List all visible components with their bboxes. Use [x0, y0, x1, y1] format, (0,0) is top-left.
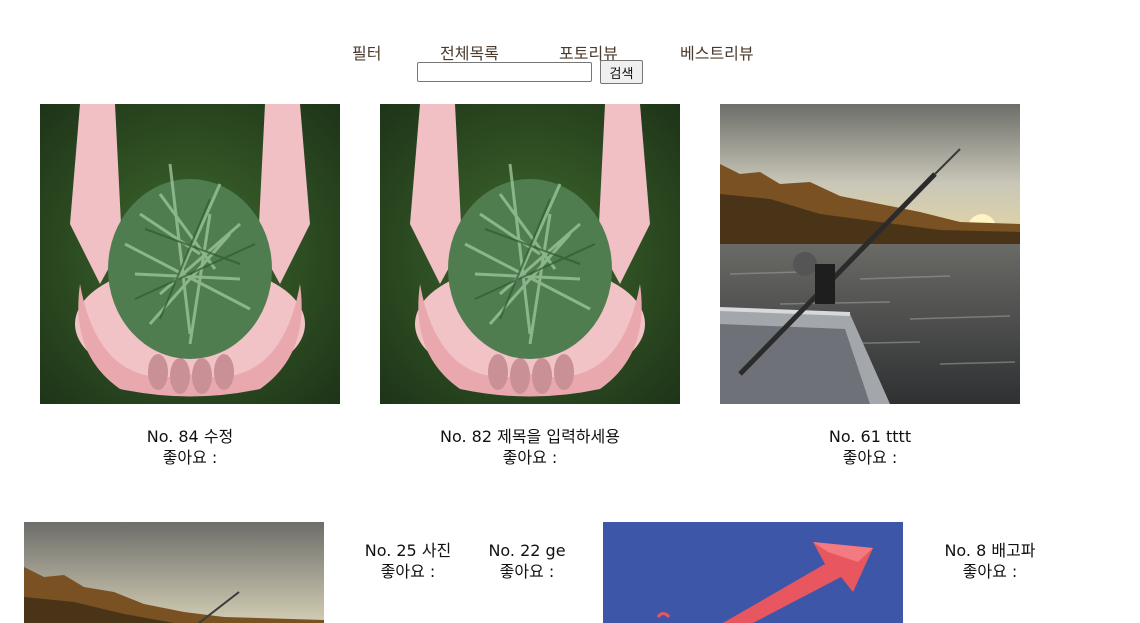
post-card[interactable] — [380, 104, 680, 404]
post-likes: 좋아요 : — [502, 448, 558, 467]
post-title-link[interactable]: No. 8 배고파 — [930, 540, 1050, 561]
post-card[interactable] — [720, 104, 1020, 404]
post-card[interactable] — [24, 522, 324, 623]
nav-all-list-link[interactable]: 전체목록 — [440, 40, 499, 64]
search-input[interactable] — [417, 62, 592, 82]
post-caption: No. 61 tttt 좋아요 : — [720, 426, 1020, 468]
post-title-link[interactable]: No. 22 ge — [482, 540, 572, 561]
post-caption: No. 22 ge 좋아요 : — [482, 540, 572, 582]
post-caption: No. 84 수정 좋아요 : — [40, 426, 340, 468]
nav-best-review-link[interactable]: 베스트리뷰 — [680, 40, 754, 64]
post-caption: No. 8 배고파 좋아요 : — [930, 540, 1050, 582]
post-caption: No. 82 제목을 입력하세용 좋아요 : — [380, 426, 680, 468]
post-caption: No. 25 사진 좋아요 : — [358, 540, 458, 582]
post-likes: 좋아요 : — [499, 562, 555, 581]
post-thumbnail-fishing-boat-lake[interactable] — [24, 522, 324, 623]
top-nav: 필터 전체목록 포토리뷰 베스트리뷰 — [0, 40, 1140, 63]
post-card[interactable] — [603, 522, 903, 623]
post-title-link[interactable]: No. 82 제목을 입력하세용 — [380, 426, 680, 447]
post-thumbnail-fishing-boat-lake[interactable] — [720, 104, 1020, 404]
post-thumbnail-red-arrow-blue[interactable] — [603, 522, 903, 623]
post-likes: 좋아요 : — [162, 448, 218, 467]
nav-filter-link[interactable]: 필터 — [352, 40, 381, 64]
post-title-link[interactable]: No. 84 수정 — [40, 426, 340, 447]
post-likes: 좋아요 : — [380, 562, 436, 581]
post-title-link[interactable]: No. 25 사진 — [358, 540, 458, 561]
search-button[interactable]: 검색 — [600, 60, 643, 84]
post-thumbnail-hands-pine-needles[interactable] — [380, 104, 680, 404]
post-card[interactable] — [40, 104, 340, 404]
post-likes: 좋아요 : — [842, 448, 898, 467]
post-title-link[interactable]: No. 61 tttt — [720, 426, 1020, 447]
post-thumbnail-hands-pine-needles[interactable] — [40, 104, 340, 404]
post-likes: 좋아요 : — [962, 562, 1018, 581]
